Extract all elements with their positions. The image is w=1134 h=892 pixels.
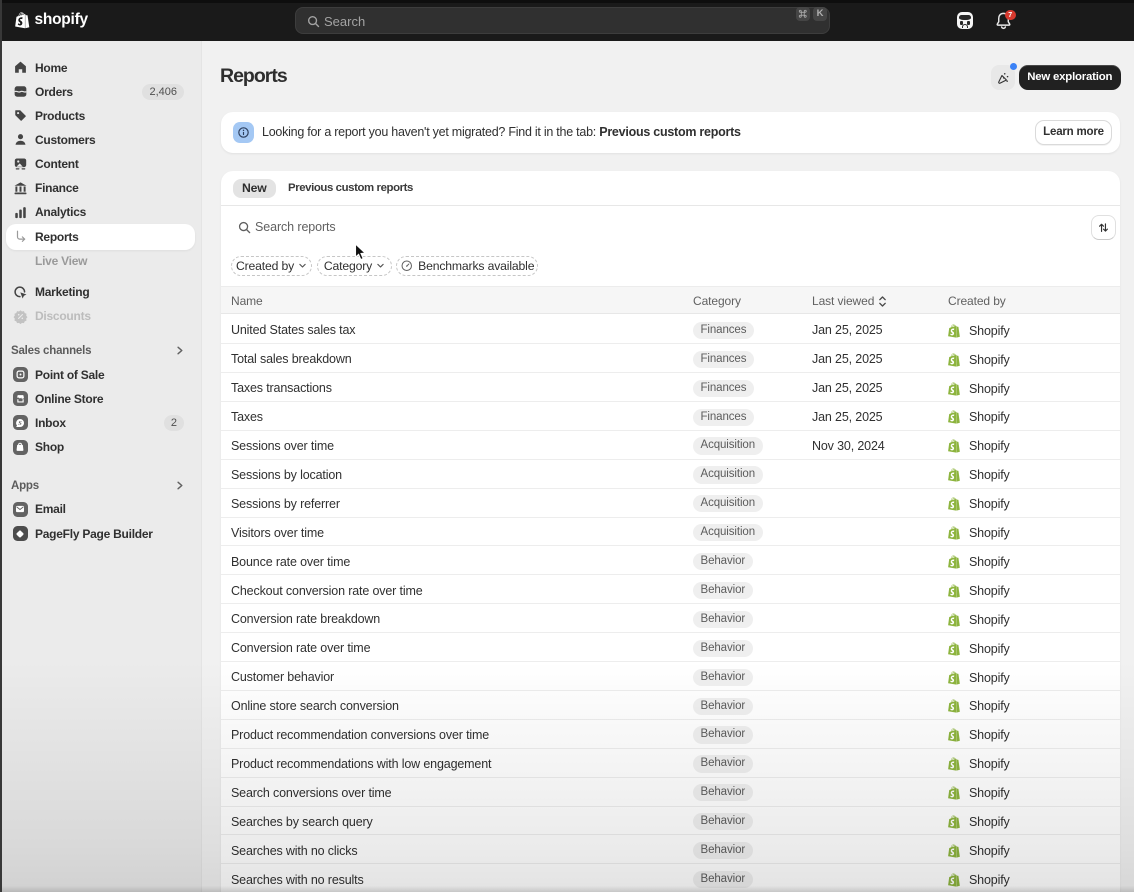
svg-text:S: S <box>18 420 22 427</box>
